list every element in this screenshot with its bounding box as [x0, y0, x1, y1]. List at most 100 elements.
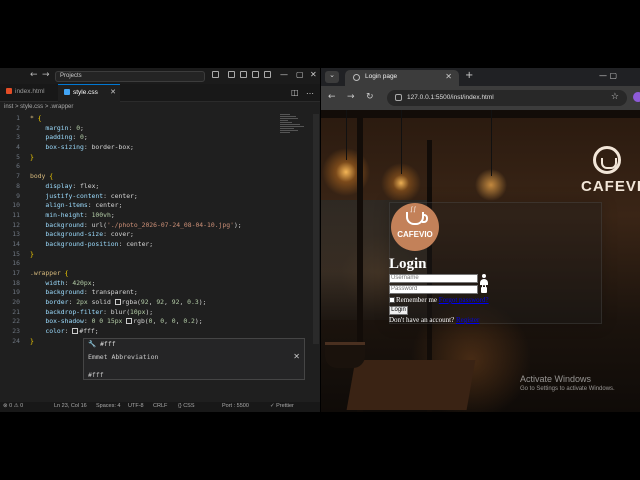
code-line[interactable]: 2 margin: 0;	[0, 124, 300, 134]
ceiling-beam	[321, 110, 640, 118]
code-line[interactable]: 15}	[0, 250, 300, 260]
line-number: 13	[12, 230, 20, 239]
breadcrumb[interactable]: inst > style.css > .wrapper	[0, 102, 320, 114]
line-code: .wrapper {	[30, 269, 69, 277]
profile-avatar[interactable]	[633, 92, 640, 102]
close-icon[interactable]: ✕	[293, 352, 300, 361]
layout-sidebar-icon[interactable]	[228, 71, 235, 78]
back-arrow-icon[interactable]: ←	[30, 70, 38, 80]
css-file-icon	[64, 89, 70, 95]
line-code: background: url('./photo_2026-07-24_08-0…	[45, 220, 242, 229]
forgot-password-link[interactable]: Forgot password?	[439, 296, 489, 304]
code-line[interactable]: 7 body {	[0, 172, 300, 182]
layout-panel-icon[interactable]	[240, 71, 247, 78]
password-input[interactable]: Password	[389, 285, 478, 294]
minimize-icon[interactable]: —	[280, 70, 288, 79]
background-table	[346, 360, 476, 410]
login-button[interactable]: Login	[389, 306, 408, 315]
line-code: align-items: center;	[45, 201, 123, 210]
line-number: 4	[16, 143, 20, 152]
register-prompt: Don't have an account?	[389, 316, 455, 324]
bookmark-star-icon[interactable]: ☆	[611, 92, 619, 102]
line-number: 3	[16, 133, 20, 142]
code-line[interactable]: 9 justify-content: center;	[0, 192, 300, 202]
code-line[interactable]: 6	[0, 162, 300, 172]
window-controls[interactable]: — ▢	[599, 71, 617, 80]
code-line[interactable]: 19 background: transparent;	[0, 288, 300, 298]
editor-scrollbar[interactable]	[313, 114, 319, 344]
coffee-cup-icon	[593, 146, 621, 174]
site-info-icon[interactable]	[395, 94, 402, 101]
address-bar[interactable]: 127.0.0.1:5500/inst/index.html ☆	[387, 90, 627, 106]
code-line[interactable]: 16	[0, 259, 300, 269]
code-line[interactable]: 18 width: 420px;	[0, 279, 300, 289]
restore-icon[interactable]: ▢	[296, 70, 304, 79]
line-ending[interactable]: CRLF	[153, 403, 167, 409]
code-line[interactable]: 8 display: flex;	[0, 182, 300, 192]
line-code: box-sizing: border-box;	[45, 143, 134, 152]
line-code: padding: 0;	[45, 133, 88, 142]
line-code: width: 420px;	[45, 278, 96, 287]
line-number: 21	[12, 307, 20, 316]
globe-icon	[353, 74, 360, 81]
tab-index-html[interactable]: index.html	[0, 84, 51, 102]
editor-titlebar: ← → Projects — ▢ ✕	[0, 68, 320, 84]
line-code: margin: 0;	[45, 123, 84, 132]
copilot-icon[interactable]	[212, 71, 219, 78]
back-arrow-icon[interactable]: ←	[328, 92, 336, 102]
forward-arrow-icon[interactable]: →	[42, 70, 50, 80]
line-code: }	[30, 336, 34, 345]
code-line[interactable]: 22 box-shadow: 0 0 15px rgb(0, 0, 0, 0.2…	[0, 317, 300, 327]
cursor-position[interactable]: Ln 23, Col 16	[54, 403, 87, 409]
minimap[interactable]	[280, 114, 310, 144]
close-tab-icon[interactable]: ✕	[110, 88, 116, 96]
code-line[interactable]: 11 min-height: 100vh;	[0, 211, 300, 221]
remember-checkbox[interactable]	[389, 297, 395, 303]
close-icon[interactable]: ✕	[310, 70, 317, 79]
new-tab-icon[interactable]: +	[465, 70, 473, 81]
code-line[interactable]: 23 color: #fff;	[0, 327, 300, 337]
emmet-suggestion-popup: 🔧 #fff Emmet Abbreviation ✕ #fff	[83, 338, 305, 380]
logo-text: CAFEVIO	[397, 230, 433, 239]
close-tab-icon[interactable]: ✕	[445, 72, 452, 81]
line-code: background: transparent;	[45, 288, 138, 297]
forward-arrow-icon[interactable]: →	[347, 92, 355, 102]
line-code: }	[30, 249, 34, 258]
line-number: 2	[16, 123, 20, 132]
code-line[interactable]: 10 align-items: center;	[0, 201, 300, 211]
prettier-status[interactable]: ✓ Prettier	[270, 403, 294, 409]
reload-icon[interactable]: ↻	[366, 92, 374, 102]
lamp-cord	[346, 110, 347, 160]
more-actions-icon[interactable]: …	[306, 87, 314, 96]
tab-label: style.css	[73, 89, 98, 96]
layout-secondary-icon[interactable]	[252, 71, 259, 78]
code-line[interactable]: 13 background-size: cover;	[0, 230, 300, 240]
live-server-port[interactable]: Port : 5500	[222, 403, 249, 409]
code-line[interactable]: 17 .wrapper {	[0, 269, 300, 279]
code-line[interactable]: 3 padding: 0;	[0, 133, 300, 143]
split-editor-icon[interactable]: ◫	[291, 88, 299, 97]
code-line[interactable]: 12 background: url('./photo_2026-07-24_0…	[0, 221, 300, 231]
browser-tab[interactable]: Login page ✕	[345, 70, 459, 86]
encoding[interactable]: UTF-8	[128, 403, 144, 409]
customize-layout-icon[interactable]	[264, 71, 271, 78]
username-input[interactable]: Username	[389, 274, 478, 283]
code-line[interactable]: 1 * {	[0, 114, 300, 124]
code-line[interactable]: 5}	[0, 153, 300, 163]
command-center-search[interactable]: Projects	[55, 71, 205, 82]
register-link[interactable]: Register	[456, 316, 479, 324]
code-line[interactable]: 14 background-position: center;	[0, 240, 300, 250]
remember-label: Remember me	[396, 296, 438, 304]
line-number: 14	[12, 239, 20, 248]
code-line[interactable]: 20 border: 2px solid rgba(92, 92, 92, 0.…	[0, 298, 300, 308]
coffee-cup-icon	[406, 212, 428, 225]
tab-style-css[interactable]: style.css ✕	[58, 84, 120, 102]
tab-search-icon[interactable]: ⌄	[325, 71, 339, 83]
code-line[interactable]: 4 box-sizing: border-box;	[0, 143, 300, 153]
line-number: 7	[16, 172, 20, 181]
problems-count[interactable]: ⊗ 0 ⚠ 0	[3, 403, 23, 409]
indentation[interactable]: Spaces: 4	[96, 403, 120, 409]
language-mode[interactable]: {} CSS	[178, 403, 195, 409]
suggestion-item[interactable]: 🔧 #fff	[84, 339, 304, 349]
code-line[interactable]: 21 backdrop-filter: blur(10px);	[0, 308, 300, 318]
